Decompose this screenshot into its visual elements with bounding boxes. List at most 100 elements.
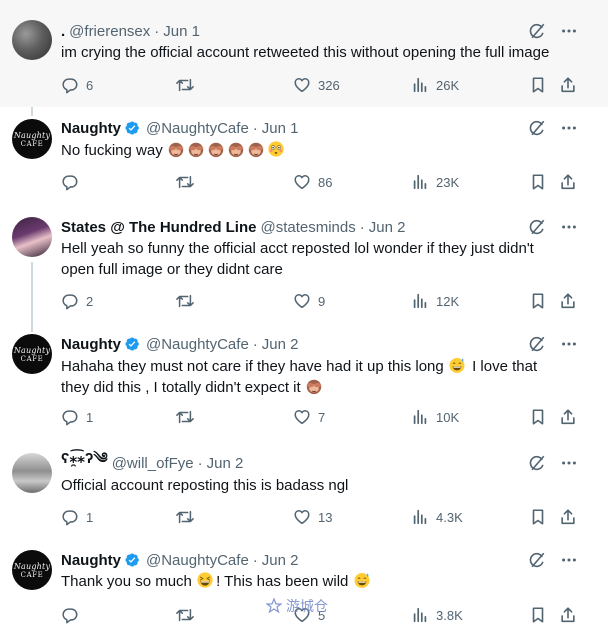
more-icon[interactable] xyxy=(560,22,578,40)
display-name[interactable]: Naughty xyxy=(61,552,121,569)
bookmark-button[interactable] xyxy=(529,173,547,191)
avatar-logo-text: Naughty xyxy=(13,345,51,355)
avatar[interactable]: Naughty CAFE xyxy=(12,119,52,159)
handle[interactable]: @NaughtyCafe xyxy=(146,120,249,137)
display-name[interactable]: Naughty xyxy=(61,336,121,353)
more-icon[interactable] xyxy=(560,119,578,137)
bookmark-button[interactable] xyxy=(529,508,547,526)
display-name[interactable]: States @ The Hundred Line xyxy=(61,219,256,236)
avatar[interactable] xyxy=(12,217,52,257)
like-button[interactable]: 326 xyxy=(293,76,340,94)
tweet-top-actions xyxy=(528,454,578,472)
like-button[interactable]: 7 xyxy=(293,408,325,426)
share-button[interactable] xyxy=(559,76,577,94)
timestamp[interactable]: Jun 1 xyxy=(262,120,299,137)
views-button[interactable]: 26K xyxy=(411,76,459,94)
reply-button[interactable]: 1 xyxy=(61,508,93,526)
handle[interactable]: @frierensex xyxy=(69,23,150,40)
views-button[interactable]: 12K xyxy=(411,292,459,310)
handle[interactable]: @NaughtyCafe xyxy=(146,552,249,569)
tweet[interactable]: Naughty CAFE Naughty @NaughtyCafe · Jun … xyxy=(0,319,608,438)
like-button[interactable]: 13 xyxy=(293,508,332,526)
bookmark-button[interactable] xyxy=(529,76,547,94)
share-button[interactable] xyxy=(559,408,577,426)
bookmark-icon xyxy=(529,292,547,310)
reply-button[interactable]: 2 xyxy=(61,292,93,310)
tweet-header: States @ The Hundred Line @statesminds ·… xyxy=(61,217,405,237)
tweet-text: im crying the official account retweeted… xyxy=(61,42,549,63)
repost-button[interactable] xyxy=(175,606,202,624)
timestamp[interactable]: Jun 2 xyxy=(207,455,244,472)
reply-button[interactable] xyxy=(61,173,86,191)
grok-icon[interactable] xyxy=(528,454,546,472)
share-button[interactable] xyxy=(559,173,577,191)
handle[interactable]: @statesminds xyxy=(260,219,355,236)
like-count: 13 xyxy=(318,509,333,525)
bookmark-button[interactable] xyxy=(529,292,547,310)
avatar[interactable] xyxy=(12,20,52,60)
timestamp[interactable]: Jun 2 xyxy=(262,552,299,569)
grok-icon[interactable] xyxy=(528,22,546,40)
tweet[interactable]: States @ The Hundred Line @statesminds ·… xyxy=(0,203,608,319)
timestamp[interactable]: Jun 1 xyxy=(163,23,200,40)
share-button[interactable] xyxy=(559,508,577,526)
repost-button[interactable] xyxy=(175,508,202,526)
more-icon[interactable] xyxy=(560,335,578,353)
views-button[interactable]: 4.3K xyxy=(411,508,463,526)
like-count: 9 xyxy=(318,293,326,309)
grok-icon[interactable] xyxy=(528,551,546,569)
views-button[interactable]: 10K xyxy=(411,408,459,426)
tweet-header: ʕ⁎̯͡⁎ʔ༄ @will_ofFye · Jun 2 xyxy=(61,450,244,473)
separator-dot: · xyxy=(154,22,160,40)
views-icon xyxy=(411,606,429,624)
views-button[interactable]: 23K xyxy=(411,173,459,191)
tweet-header: Naughty @NaughtyCafe · Jun 2 xyxy=(61,550,298,570)
like-icon xyxy=(293,408,311,426)
handle[interactable]: @NaughtyCafe xyxy=(146,336,249,353)
grok-icon[interactable] xyxy=(528,335,546,353)
display-name[interactable]: . xyxy=(61,23,65,40)
tweet[interactable]: . @frierensex · Jun 1 im crying the offi… xyxy=(0,0,608,107)
avatar-logo-subtext: CAFE xyxy=(20,570,44,579)
separator-dot: · xyxy=(359,218,365,236)
reply-button[interactable]: 6 xyxy=(61,76,93,94)
views-button[interactable]: 3.8K xyxy=(411,606,463,624)
bookmark-button[interactable] xyxy=(529,606,547,624)
handle[interactable]: @will_ofFye xyxy=(112,455,194,472)
repost-button[interactable] xyxy=(175,76,202,94)
tweet[interactable]: ʕ⁎̯͡⁎ʔ༄ @will_ofFye · Jun 2 Official acc… xyxy=(0,438,608,538)
repost-button[interactable] xyxy=(175,292,202,310)
more-icon[interactable] xyxy=(560,454,578,472)
tweet-text: Thank you so much ! This has been wild xyxy=(61,571,373,592)
more-icon[interactable] xyxy=(560,551,578,569)
display-name[interactable]: Naughty xyxy=(61,120,121,137)
timestamp[interactable]: Jun 2 xyxy=(262,336,299,353)
grok-icon[interactable] xyxy=(528,218,546,236)
timestamp[interactable]: Jun 2 xyxy=(369,219,406,236)
share-button[interactable] xyxy=(559,606,577,624)
see-no-evil-monkey-icon xyxy=(167,140,185,158)
tweet-text-line: Thank you so much xyxy=(61,573,192,590)
reply-button[interactable]: 1 xyxy=(61,408,93,426)
reply-icon xyxy=(61,408,79,426)
reply-button[interactable] xyxy=(61,606,86,624)
avatar[interactable]: Naughty CAFE xyxy=(12,334,52,374)
like-count: 86 xyxy=(318,174,333,190)
like-button[interactable]: 86 xyxy=(293,173,332,191)
tweet-top-actions xyxy=(528,22,578,40)
like-button[interactable]: 9 xyxy=(293,292,325,310)
repost-button[interactable] xyxy=(175,173,202,191)
grok-icon[interactable] xyxy=(528,119,546,137)
like-count: 7 xyxy=(318,409,326,425)
avatar-logo-text: Naughty xyxy=(13,130,51,140)
share-button[interactable] xyxy=(559,292,577,310)
separator-dot: · xyxy=(252,119,258,137)
repost-button[interactable] xyxy=(175,408,202,426)
more-icon[interactable] xyxy=(560,218,578,236)
tweet[interactable]: Naughty CAFE Naughty @NaughtyCafe · Jun … xyxy=(0,538,608,634)
tweet[interactable]: Naughty CAFE Naughty @NaughtyCafe · Jun … xyxy=(0,107,608,203)
avatar[interactable]: Naughty CAFE xyxy=(12,550,52,590)
bookmark-button[interactable] xyxy=(529,408,547,426)
avatar[interactable] xyxy=(12,453,52,493)
reply-count: 1 xyxy=(86,409,94,425)
